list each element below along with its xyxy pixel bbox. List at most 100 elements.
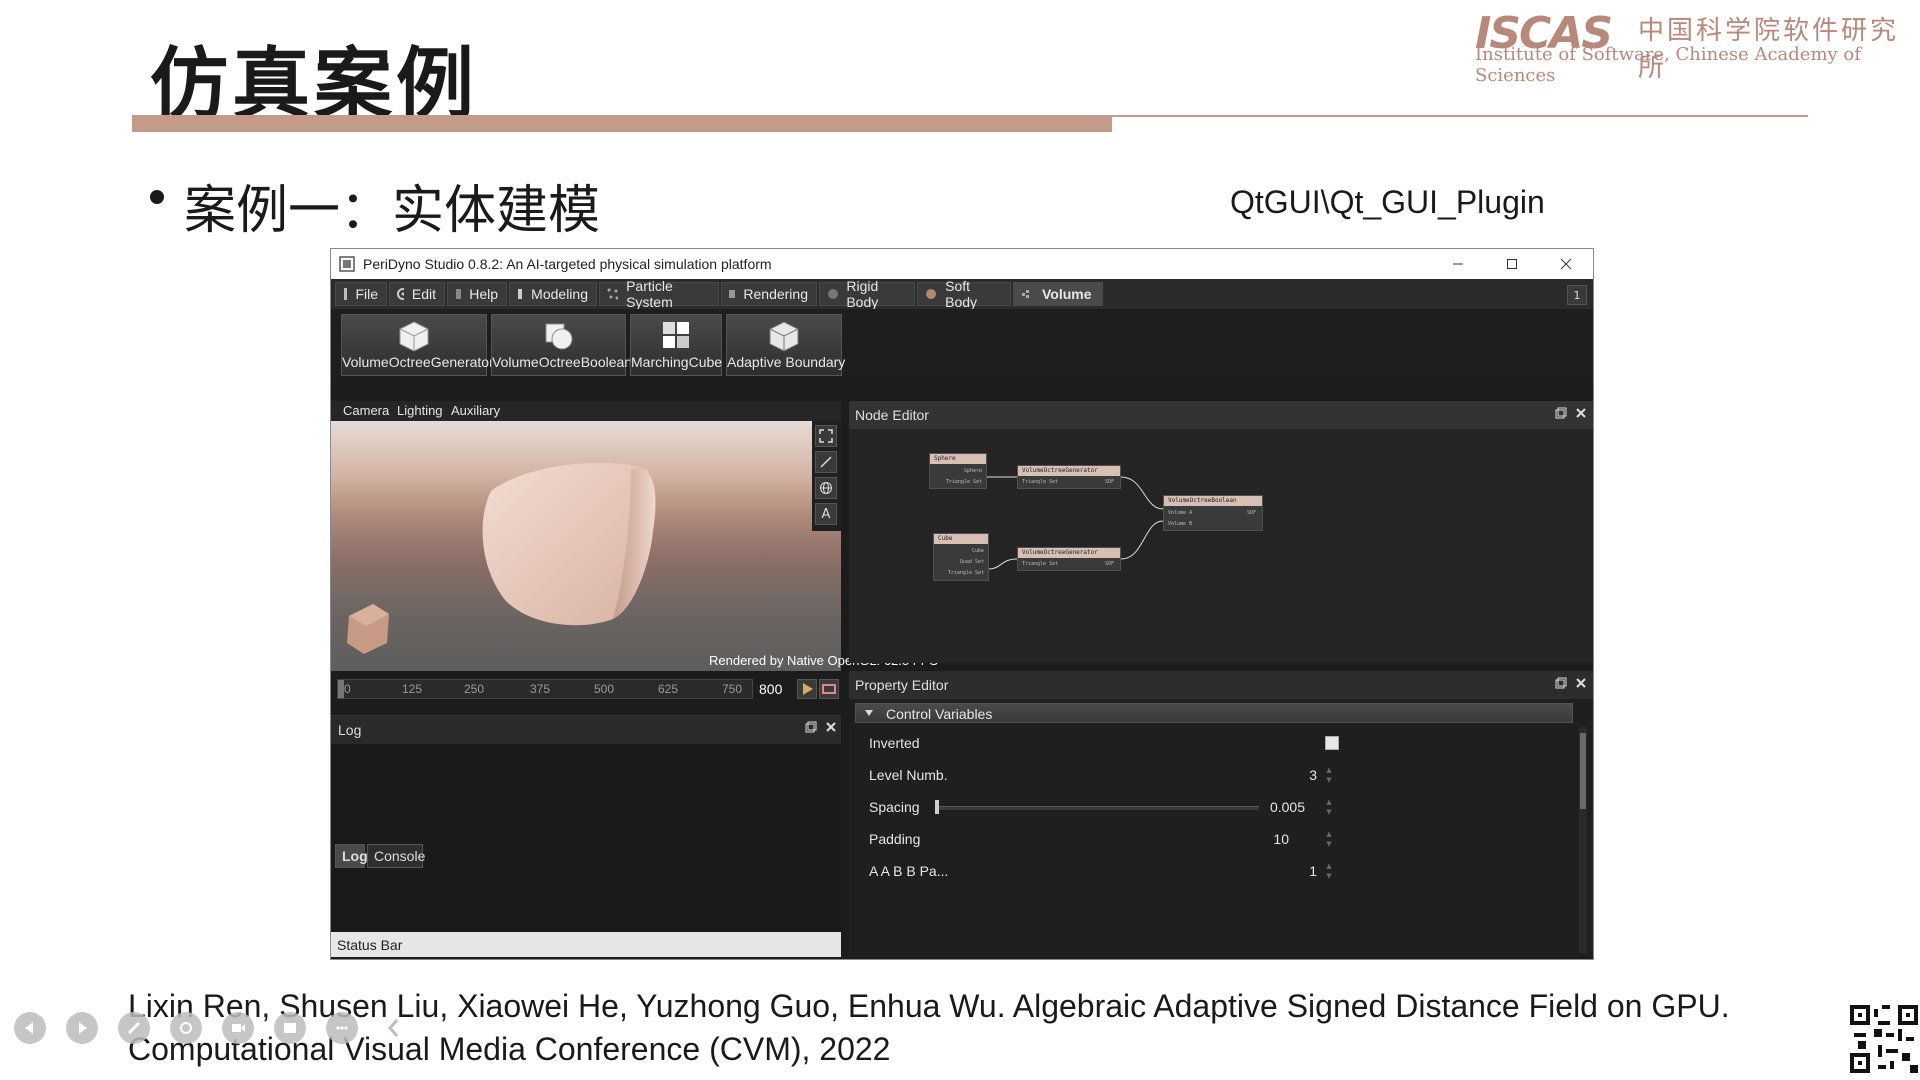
viewport-menu-camera[interactable]: Camera xyxy=(343,403,389,418)
more-icon xyxy=(336,1026,348,1030)
render-viewport[interactable] xyxy=(331,421,841,671)
node-sphere[interactable]: Sphere Sphere Triangle Set xyxy=(929,453,987,489)
more-options-button[interactable] xyxy=(326,1012,358,1044)
spacing-value[interactable]: 0.005 xyxy=(1255,799,1305,815)
control-variables-section[interactable]: Control Variables xyxy=(855,703,1573,723)
play-button[interactable] xyxy=(797,679,817,699)
level-numb-value[interactable]: 3 xyxy=(1275,767,1317,783)
volume-octree-boolean-button[interactable]: VolumeOctreeBoolean xyxy=(491,314,632,376)
node-port[interactable]: Volume B xyxy=(1168,521,1192,527)
marching-cube-label: MarchingCube xyxy=(631,354,723,370)
property-row-padding: Padding 10 ▲ ▼ xyxy=(855,823,1573,855)
aabb-padding-value[interactable]: 1 xyxy=(1275,863,1317,879)
boolean-icon xyxy=(545,323,572,350)
node-port[interactable]: Triangle Set xyxy=(1022,479,1058,485)
target-icon xyxy=(180,1022,192,1034)
node-port[interactable]: Triangle Set xyxy=(948,570,984,576)
adaptive-boundary-button[interactable]: Adaptive Boundary xyxy=(726,314,845,376)
menu-soft-body-label: Soft Body xyxy=(945,278,978,310)
camera-button[interactable] xyxy=(222,1012,254,1044)
node-port[interactable]: Sphere xyxy=(964,468,982,474)
menu-edit[interactable]: Edit xyxy=(389,282,445,306)
menu-help-label: Help xyxy=(469,286,498,302)
marching-cube-button[interactable]: MarchingCube xyxy=(630,314,722,376)
padding-stepper[interactable]: ▲ ▼ xyxy=(1323,829,1335,849)
viewport-menu-auxiliary[interactable]: Auxiliary xyxy=(451,403,500,418)
qr-code xyxy=(1850,1005,1918,1073)
viewport-menu-lighting[interactable]: Lighting xyxy=(397,403,443,418)
menu-rendering[interactable]: Rendering xyxy=(721,282,817,306)
menu-help[interactable]: Help xyxy=(447,282,507,306)
pen-tool-button[interactable] xyxy=(118,1012,150,1044)
viewport-menubar: Camera Lighting Auxiliary xyxy=(331,401,841,421)
volume-octree-generator-button[interactable]: VolumeOctreeGenerator xyxy=(341,314,494,376)
node-port[interactable]: SDF xyxy=(1247,510,1256,516)
node-port[interactable]: SDF xyxy=(1105,561,1114,567)
menu-modeling[interactable]: Modeling xyxy=(509,282,597,306)
menu-particle-system[interactable]: Particle System xyxy=(599,278,719,310)
menu-rigid-body[interactable]: Rigid Body xyxy=(819,278,915,310)
minimize-button[interactable] xyxy=(1431,249,1485,279)
volume-octree-generator-label: VolumeOctreeGenerator xyxy=(342,354,494,370)
property-editor-close-button[interactable] xyxy=(1575,677,1587,693)
fit-view-button[interactable] xyxy=(815,451,837,473)
node-connections xyxy=(986,476,1164,570)
node-volume-octree-generator-2[interactable]: VolumeOctreeGenerator Triangle Set SDF xyxy=(1017,547,1121,571)
node-volume-octree-generator-1[interactable]: VolumeOctreeGenerator Triangle Set SDF xyxy=(1017,465,1121,489)
volume-toolbar: VolumeOctreeGenerator VolumeOctreeBoolea… xyxy=(331,309,1593,381)
aabb-padding-stepper[interactable]: ▲ ▼ xyxy=(1323,861,1335,881)
menu-rendering-label: Rendering xyxy=(743,286,808,302)
log-close-button[interactable] xyxy=(825,721,837,737)
tab-console[interactable]: Console xyxy=(367,844,425,868)
node-port[interactable]: Quad Set xyxy=(960,559,984,565)
node-editor-panel[interactable]: Node Editor Sphere Sphere Triangle Set V… xyxy=(849,401,1593,663)
maximize-icon xyxy=(1507,259,1517,269)
log-float-button[interactable] xyxy=(805,721,817,737)
next-slide-button[interactable] xyxy=(66,1012,98,1044)
property-editor-title: Property Editor xyxy=(855,677,949,693)
modeling-icon xyxy=(518,289,524,299)
minimize-icon xyxy=(1453,263,1463,265)
prev-slide-button[interactable] xyxy=(14,1012,46,1044)
rendering-icon xyxy=(729,290,736,298)
subtitles-button[interactable] xyxy=(274,1012,306,1044)
level-numb-stepper[interactable]: ▲ ▼ xyxy=(1323,765,1335,785)
spacing-slider-handle[interactable] xyxy=(935,800,939,814)
spacing-slider[interactable] xyxy=(935,806,1259,810)
video-icon xyxy=(232,1024,245,1032)
fullscreen-button[interactable] xyxy=(815,425,837,447)
pointer-tool-button[interactable] xyxy=(170,1012,202,1044)
padding-value[interactable]: 10 xyxy=(1251,831,1289,847)
axis-toggle-button[interactable]: A xyxy=(815,503,837,525)
node-port[interactable]: Volume A xyxy=(1168,510,1192,516)
perspective-toggle-button[interactable] xyxy=(815,477,837,499)
collapse-toolbar-button[interactable] xyxy=(386,1016,402,1040)
caption-icon xyxy=(284,1023,296,1033)
menu-file[interactable]: File xyxy=(335,282,387,306)
node-port[interactable]: Triangle Set xyxy=(946,479,982,485)
node-title: VolumeOctreeGenerator xyxy=(1022,549,1098,556)
reset-button[interactable] xyxy=(819,679,839,699)
timeline-tick: 0 xyxy=(344,682,351,696)
node-cube[interactable]: Cube Cube Quad Set Triangle Set xyxy=(933,533,989,581)
timeline-slider[interactable]: 0 125 250 375 500 625 750 xyxy=(337,679,753,699)
window-titlebar[interactable]: PeriDyno Studio 0.8.2: An AI-targeted ph… xyxy=(331,249,1593,280)
node-port[interactable]: Triangle Set xyxy=(1022,561,1058,567)
menu-soft-body[interactable]: Soft Body xyxy=(917,278,1011,310)
menu-volume[interactable]: Volume xyxy=(1013,282,1103,306)
property-row-level-numb: Level Numb. 3 ▲ ▼ xyxy=(855,759,1573,791)
inverted-checkbox[interactable] xyxy=(1325,736,1339,750)
float-icon xyxy=(1555,677,1567,689)
spacing-stepper[interactable]: ▲ ▼ xyxy=(1323,797,1335,817)
tab-log[interactable]: Log xyxy=(335,844,368,868)
node-volume-octree-boolean[interactable]: VolumeOctreeBoolean Volume A Volume B SD… xyxy=(1163,495,1263,531)
property-scrollbar-thumb[interactable] xyxy=(1580,733,1586,809)
node-port[interactable]: Cube xyxy=(972,548,984,554)
node-port[interactable]: SDF xyxy=(1105,479,1114,485)
close-button[interactable] xyxy=(1539,249,1593,279)
peridyno-window: PeriDyno Studio 0.8.2: An AI-targeted ph… xyxy=(330,248,1594,960)
property-editor-float-button[interactable] xyxy=(1555,677,1567,693)
maximize-button[interactable] xyxy=(1485,249,1539,279)
plugin-path-label: QtGUI\Qt_GUI_Plugin xyxy=(1230,184,1545,220)
bullet-dot xyxy=(150,190,164,204)
